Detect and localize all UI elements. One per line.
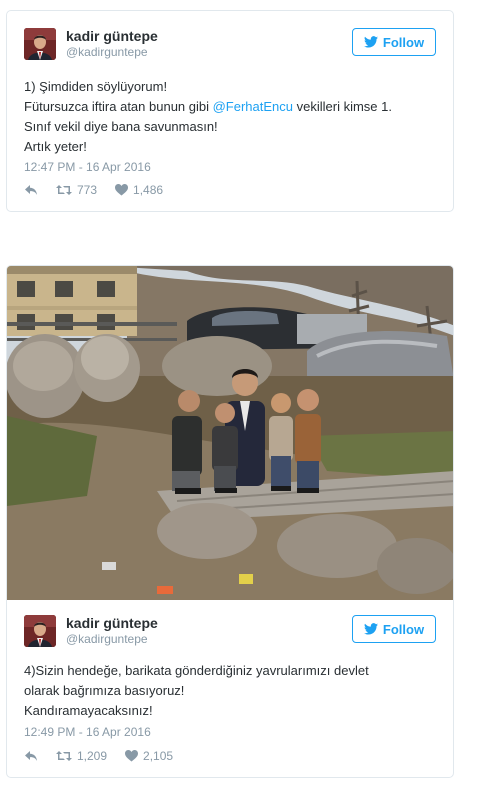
- follow-label: Follow: [382, 34, 425, 50]
- like-button[interactable]: 2,105: [125, 749, 173, 763]
- user-names: kadir güntepe @kadirguntepe: [66, 615, 158, 647]
- tweet-line: Sınıf vekil diye bana savunmasın!: [24, 119, 218, 134]
- tweet-line: Kandıramayacaksınız!: [24, 703, 153, 718]
- display-name[interactable]: kadir güntepe: [66, 28, 158, 44]
- heart-icon: [115, 184, 129, 196]
- retweet-icon: [56, 751, 72, 761]
- like-count: 1,486: [133, 183, 164, 197]
- tweet-text: 1) Şimdiden söylüyorum! Fütursuzca iftir…: [24, 77, 439, 157]
- tweet-timestamp[interactable]: 12:49 PM - 16 Apr 2016: [24, 725, 151, 739]
- follow-label: Follow: [382, 621, 425, 637]
- tweet-line: 1) Şimdiden söylüyorum!: [24, 79, 168, 94]
- like-button[interactable]: 1,486: [115, 183, 163, 197]
- tweet-line: Artık yeter!: [24, 139, 87, 154]
- tweet-header: kadir güntepe @kadirguntepe Follow: [24, 28, 436, 62]
- twitter-bird-icon: [363, 623, 378, 635]
- tweet-card-2: kadir güntepe @kadirguntepe Follow 4)Siz…: [6, 600, 454, 778]
- tweet-line: Fütursuzca iftira atan bunun gibi @Ferha…: [24, 99, 392, 114]
- reply-icon: [25, 751, 37, 761]
- retweet-button[interactable]: 1,209: [56, 749, 107, 763]
- tweet-card-1: kadir güntepe @kadirguntepe Follow 1) Şi…: [6, 10, 454, 212]
- avatar[interactable]: [24, 615, 56, 647]
- tweet-text: 4)Sizin hendeğe, barikata gönderdiğiniz …: [24, 661, 439, 721]
- twitter-bird-icon: [363, 36, 378, 48]
- follow-button[interactable]: Follow: [352, 615, 436, 643]
- display-name[interactable]: kadir güntepe: [66, 615, 158, 631]
- user-handle[interactable]: @kadirguntepe: [66, 631, 158, 647]
- retweet-icon: [56, 185, 72, 195]
- tweet-photo[interactable]: [6, 265, 454, 601]
- user-names: kadir güntepe @kadirguntepe: [66, 28, 158, 60]
- mention-link[interactable]: @FerhatEncu: [213, 99, 293, 114]
- tweet-header: kadir güntepe @kadirguntepe Follow: [24, 615, 436, 649]
- like-count: 2,105: [143, 749, 174, 763]
- tweet-line: 4)Sizin hendeğe, barikata gönderdiğiniz …: [24, 663, 369, 678]
- tweet-actions: 1,209 2,105: [24, 749, 191, 763]
- tweet-timestamp[interactable]: 12:47 PM - 16 Apr 2016: [24, 160, 151, 174]
- heart-icon: [125, 750, 139, 762]
- tweet-actions: 773 1,486: [24, 183, 181, 197]
- reply-button[interactable]: [24, 184, 38, 196]
- retweet-count: 773: [77, 183, 98, 197]
- avatar[interactable]: [24, 28, 56, 60]
- tweet-line: olarak bağrımıza basıyoruz!: [24, 683, 185, 698]
- retweet-count: 1,209: [77, 749, 108, 763]
- reply-button[interactable]: [24, 750, 38, 762]
- retweet-button[interactable]: 773: [56, 183, 97, 197]
- user-handle[interactable]: @kadirguntepe: [66, 44, 158, 60]
- reply-icon: [25, 185, 37, 195]
- follow-button[interactable]: Follow: [352, 28, 436, 56]
